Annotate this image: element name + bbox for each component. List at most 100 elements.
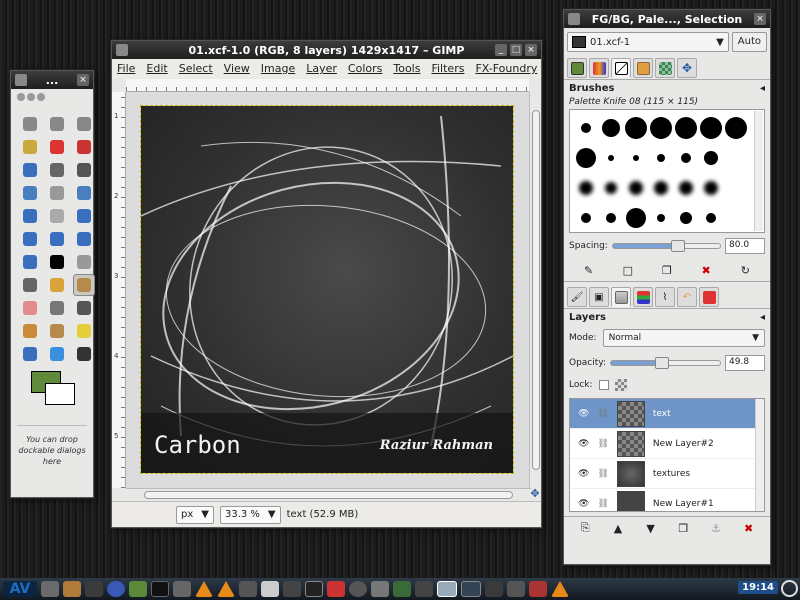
image-select[interactable]: 01.xcf-1 ▼ — [567, 32, 729, 52]
brush-item[interactable] — [623, 113, 648, 143]
tab-color[interactable] — [699, 287, 719, 307]
raise-layer-icon[interactable]: ▲ — [609, 520, 627, 536]
tool-button[interactable] — [46, 297, 68, 319]
auto-button[interactable]: Auto — [731, 32, 767, 52]
tool-button[interactable] — [19, 205, 41, 227]
new-layer-icon[interactable]: ⎘ — [576, 520, 594, 536]
menu-item[interactable]: View — [224, 62, 250, 75]
edit-brush-icon[interactable]: ✎ — [580, 262, 598, 278]
delete-brush-icon[interactable]: ✖ — [697, 262, 715, 278]
vlc-icon[interactable] — [195, 581, 213, 597]
brush-item[interactable] — [698, 203, 723, 232]
tool-button[interactable] — [19, 274, 41, 296]
tab-selection[interactable] — [611, 58, 631, 78]
vertical-scroll-thumb[interactable] — [532, 110, 540, 470]
brush-item[interactable] — [648, 113, 673, 143]
tool-button[interactable] — [73, 297, 95, 319]
network-icon[interactable] — [529, 581, 547, 597]
workspace-1[interactable] — [437, 581, 457, 597]
lock-alpha-checkbox[interactable] — [598, 380, 609, 390]
zoom-select[interactable]: 33.3 % ▼ — [219, 505, 281, 524]
brush-item[interactable] — [648, 203, 673, 232]
brush-item[interactable] — [573, 203, 598, 232]
close-icon[interactable]: × — [525, 44, 537, 56]
maximize-icon[interactable]: □ — [510, 44, 522, 56]
brush-item[interactable] — [698, 143, 723, 173]
eye-icon[interactable]: 👁 — [578, 409, 589, 419]
menu-item[interactable]: Filters — [431, 62, 464, 75]
spacing-input[interactable]: 80.0 — [725, 238, 765, 254]
panel-menu-icon[interactable]: ◂ — [760, 312, 765, 323]
brush-item[interactable] — [573, 143, 598, 173]
vlc-icon[interactable] — [217, 581, 235, 597]
menu-item[interactable]: Image — [261, 62, 295, 75]
chain-icon[interactable]: ⛓ — [597, 469, 608, 479]
ruler-corner[interactable] — [112, 79, 126, 92]
tool-button[interactable] — [46, 343, 68, 365]
eye-icon[interactable]: 👁 — [578, 469, 589, 479]
tool-button[interactable] — [73, 320, 95, 342]
archive-icon[interactable] — [85, 581, 103, 597]
eye-icon[interactable]: 👁 — [578, 499, 589, 509]
tool-button[interactable] — [19, 159, 41, 181]
duplicate-brush-icon[interactable]: ❐ — [658, 262, 676, 278]
app-icon[interactable] — [415, 581, 433, 597]
brush-item[interactable] — [673, 143, 698, 173]
dock-titlebar[interactable]: FG/BG, Pale..., Selection × — [564, 10, 770, 28]
brush-item[interactable] — [673, 173, 698, 203]
tab-undo[interactable]: ↶ — [677, 287, 697, 307]
layer-row[interactable]: 👁 ⛓ New Layer#2 — [570, 429, 764, 459]
vlc-tray-icon[interactable] — [551, 581, 569, 597]
tool-button[interactable] — [46, 228, 68, 250]
new-brush-icon[interactable]: □ — [619, 262, 637, 278]
tool-button[interactable] — [46, 251, 68, 273]
image-canvas[interactable]: Carbon Raziur Rahman — [140, 105, 514, 474]
vertical-ruler[interactable]: 1 2 3 4 5 — [112, 92, 126, 488]
equalizer-icon[interactable] — [283, 581, 301, 597]
menu-item[interactable]: Tools — [393, 62, 420, 75]
menu-item[interactable]: File — [117, 62, 135, 75]
brush-item[interactable] — [598, 173, 623, 203]
close-icon[interactable]: × — [754, 13, 766, 25]
menu-item[interactable]: Colors — [348, 62, 382, 75]
brush-item[interactable] — [598, 113, 623, 143]
tab-pattern[interactable] — [633, 58, 653, 78]
tool-button[interactable] — [46, 182, 68, 204]
tool-button[interactable] — [73, 274, 95, 296]
brush-item[interactable] — [648, 173, 673, 203]
window-menu-icon[interactable] — [15, 74, 27, 86]
horizontal-ruler[interactable] — [126, 79, 529, 92]
tab-checker[interactable] — [655, 58, 675, 78]
spacing-slider[interactable] — [611, 240, 721, 252]
layer-scrollbar[interactable] — [755, 399, 764, 511]
unit-select[interactable]: px ▼ — [176, 505, 214, 524]
clapper-icon[interactable] — [173, 581, 191, 597]
layer-row[interactable]: 👁 ⛓ textures — [570, 459, 764, 489]
tab-tool-options[interactable]: 🖌 — [567, 287, 587, 307]
brush-grid[interactable] — [569, 109, 765, 233]
tool-button[interactable] — [19, 136, 41, 158]
horizontal-scrollbar[interactable] — [126, 488, 531, 500]
scissors-icon[interactable] — [327, 581, 345, 597]
tool-button[interactable] — [46, 320, 68, 342]
volume-icon[interactable] — [507, 581, 525, 597]
tool-button[interactable] — [19, 182, 41, 204]
menu-item[interactable]: Layer — [306, 62, 337, 75]
tab-layers[interactable] — [611, 287, 631, 307]
clock[interactable]: 19:14 — [738, 581, 778, 594]
window-menu-icon[interactable] — [568, 13, 580, 25]
brush-item[interactable] — [598, 203, 623, 232]
tool-button[interactable] — [73, 343, 95, 365]
navigate-icon[interactable]: ✥ — [529, 488, 541, 500]
tool-button[interactable] — [73, 113, 95, 135]
opacity-slider[interactable] — [610, 357, 721, 369]
gimp-icon[interactable] — [371, 581, 389, 597]
books-icon[interactable] — [129, 581, 147, 597]
chain-icon[interactable]: ⛓ — [597, 409, 608, 419]
tool-button[interactable] — [19, 343, 41, 365]
tab-navigation[interactable]: ✥ — [677, 58, 697, 78]
tool-button[interactable] — [73, 136, 95, 158]
duplicate-layer-icon[interactable]: ❐ — [674, 520, 692, 536]
eye-icon[interactable]: 👁 — [578, 439, 589, 449]
brush-item[interactable] — [723, 113, 748, 143]
